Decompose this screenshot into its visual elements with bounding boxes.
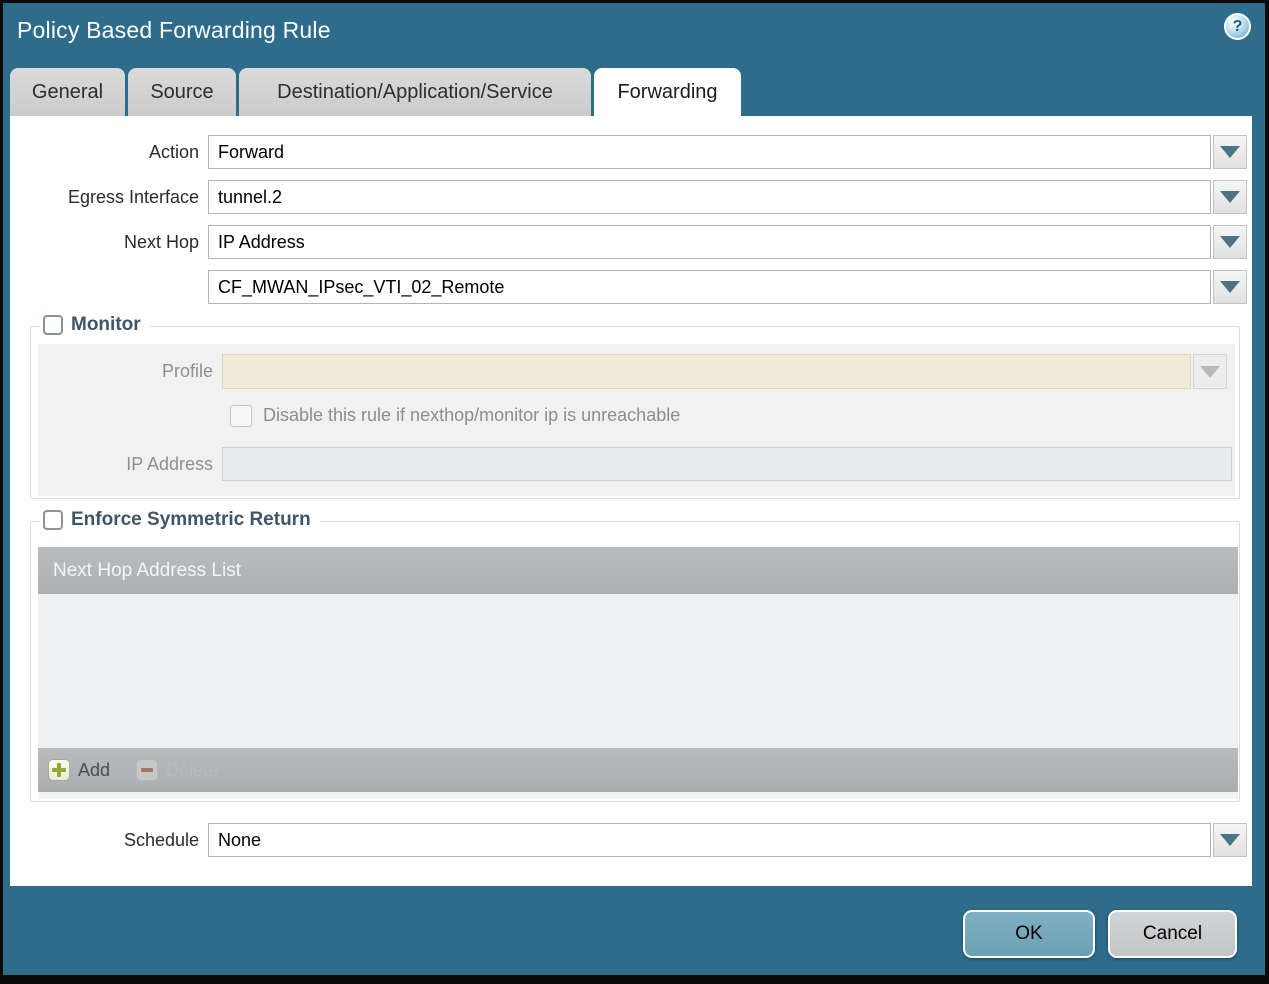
monitor-panel: Profile Disable this rule if nexthop/mon… — [38, 344, 1235, 496]
next-hop-address-dropdown-button[interactable] — [1213, 270, 1247, 304]
chevron-down-icon — [1220, 834, 1240, 846]
tab-bar: General Source Destination/Application/S… — [10, 68, 741, 116]
next-hop-address-value: CF_MWAN_IPsec_VTI_02_Remote — [218, 276, 505, 297]
next-hop-address-select[interactable]: CF_MWAN_IPsec_VTI_02_Remote — [208, 270, 1211, 304]
action-label: Action — [148, 142, 199, 162]
add-button-label: Add — [78, 759, 111, 780]
title-bar: Policy Based Forwarding Rule ? — [3, 3, 1265, 68]
next-hop-address-list-table: Next Hop Address List Add Delete — [38, 547, 1238, 799]
chevron-down-icon — [1220, 236, 1240, 248]
monitor-legend: Monitor — [40, 314, 150, 336]
next-hop-address-list-body[interactable] — [38, 594, 1238, 748]
schedule-dropdown-button[interactable] — [1213, 823, 1247, 857]
help-icon[interactable]: ? — [1224, 13, 1251, 40]
forwarding-tab-panel: Action Forward Egress Interface tunnel.2 — [10, 116, 1252, 886]
egress-interface-value: tunnel.2 — [218, 186, 283, 207]
chevron-down-icon — [1220, 281, 1240, 293]
monitor-legend-label: Monitor — [71, 314, 141, 335]
monitor-checkbox[interactable] — [43, 315, 63, 335]
disable-rule-checkbox-disabled — [230, 404, 252, 427]
schedule-value: None — [218, 829, 262, 850]
egress-interface-select[interactable]: tunnel.2 — [208, 180, 1211, 214]
chevron-down-icon — [1220, 191, 1240, 203]
chevron-down-icon — [1220, 146, 1240, 158]
enforce-symmetric-return-checkbox[interactable] — [43, 510, 63, 530]
next-hop-label: Next Hop — [123, 232, 199, 252]
action-row: Action Forward — [10, 135, 1247, 169]
add-button[interactable]: Add — [48, 759, 110, 781]
chevron-down-icon — [1200, 365, 1220, 378]
monitor-ip-address-label: IP Address — [126, 454, 213, 474]
disable-rule-row: Disable this rule if nexthop/monitor ip … — [230, 404, 1235, 427]
schedule-row: Schedule None — [10, 823, 1247, 857]
minus-icon — [136, 759, 159, 781]
egress-interface-dropdown-button[interactable] — [1213, 180, 1247, 214]
tab-source[interactable]: Source — [128, 68, 236, 116]
next-hop-type-select[interactable]: IP Address — [208, 225, 1211, 259]
cancel-button[interactable]: Cancel — [1108, 910, 1237, 958]
enforce-symmetric-return-section: Enforce Symmetric Return Next Hop Addres… — [30, 509, 1240, 802]
next-hop-address-row: CF_MWAN_IPsec_VTI_02_Remote — [10, 270, 1247, 304]
next-hop-row: Next Hop IP Address — [10, 225, 1247, 259]
ok-button[interactable]: OK — [963, 910, 1095, 958]
egress-interface-row: Egress Interface tunnel.2 — [10, 180, 1247, 214]
dialog-title: Policy Based Forwarding Rule — [17, 17, 331, 43]
next-hop-type-value: IP Address — [218, 231, 305, 252]
help-glyph: ? — [1232, 17, 1243, 35]
next-hop-address-label — [10, 270, 208, 304]
screenshot-frame: Policy Based Forwarding Rule ? General S… — [0, 0, 1269, 984]
schedule-label: Schedule — [123, 830, 199, 850]
pbf-rule-dialog: Policy Based Forwarding Rule ? General S… — [3, 3, 1265, 975]
delete-button-label: Delete — [166, 759, 219, 780]
monitor-section: Monitor Profile Disable this rule if nex… — [30, 314, 1240, 499]
next-hop-address-list-header: Next Hop Address List — [38, 547, 1238, 594]
monitor-ip-address-input-disabled — [222, 447, 1232, 481]
tab-general[interactable]: General — [10, 68, 125, 116]
profile-dropdown-button-disabled — [1193, 354, 1227, 389]
action-dropdown-button[interactable] — [1213, 135, 1247, 169]
table-bottom-strip — [38, 792, 1238, 799]
next-hop-dropdown-button[interactable] — [1213, 225, 1247, 259]
action-select[interactable]: Forward — [208, 135, 1211, 169]
profile-select-disabled — [222, 354, 1191, 389]
enforce-legend-label: Enforce Symmetric Return — [71, 509, 311, 530]
monitor-ip-address-row: IP Address — [38, 447, 1232, 481]
schedule-select[interactable]: None — [208, 823, 1211, 857]
next-hop-address-list-toolbar: Add Delete — [38, 748, 1238, 792]
action-value: Forward — [218, 141, 285, 162]
delete-button-disabled: Delete — [136, 759, 218, 781]
profile-row: Profile — [38, 354, 1227, 389]
disable-rule-checkbox-label: Disable this rule if nexthop/monitor ip … — [263, 405, 681, 425]
enforce-legend: Enforce Symmetric Return — [40, 509, 320, 531]
tab-destination-application-service[interactable]: Destination/Application/Service — [239, 68, 591, 116]
profile-label: Profile — [161, 361, 213, 381]
tab-forwarding[interactable]: Forwarding — [594, 68, 741, 116]
plus-icon — [48, 759, 70, 781]
egress-interface-label: Egress Interface — [67, 187, 199, 207]
